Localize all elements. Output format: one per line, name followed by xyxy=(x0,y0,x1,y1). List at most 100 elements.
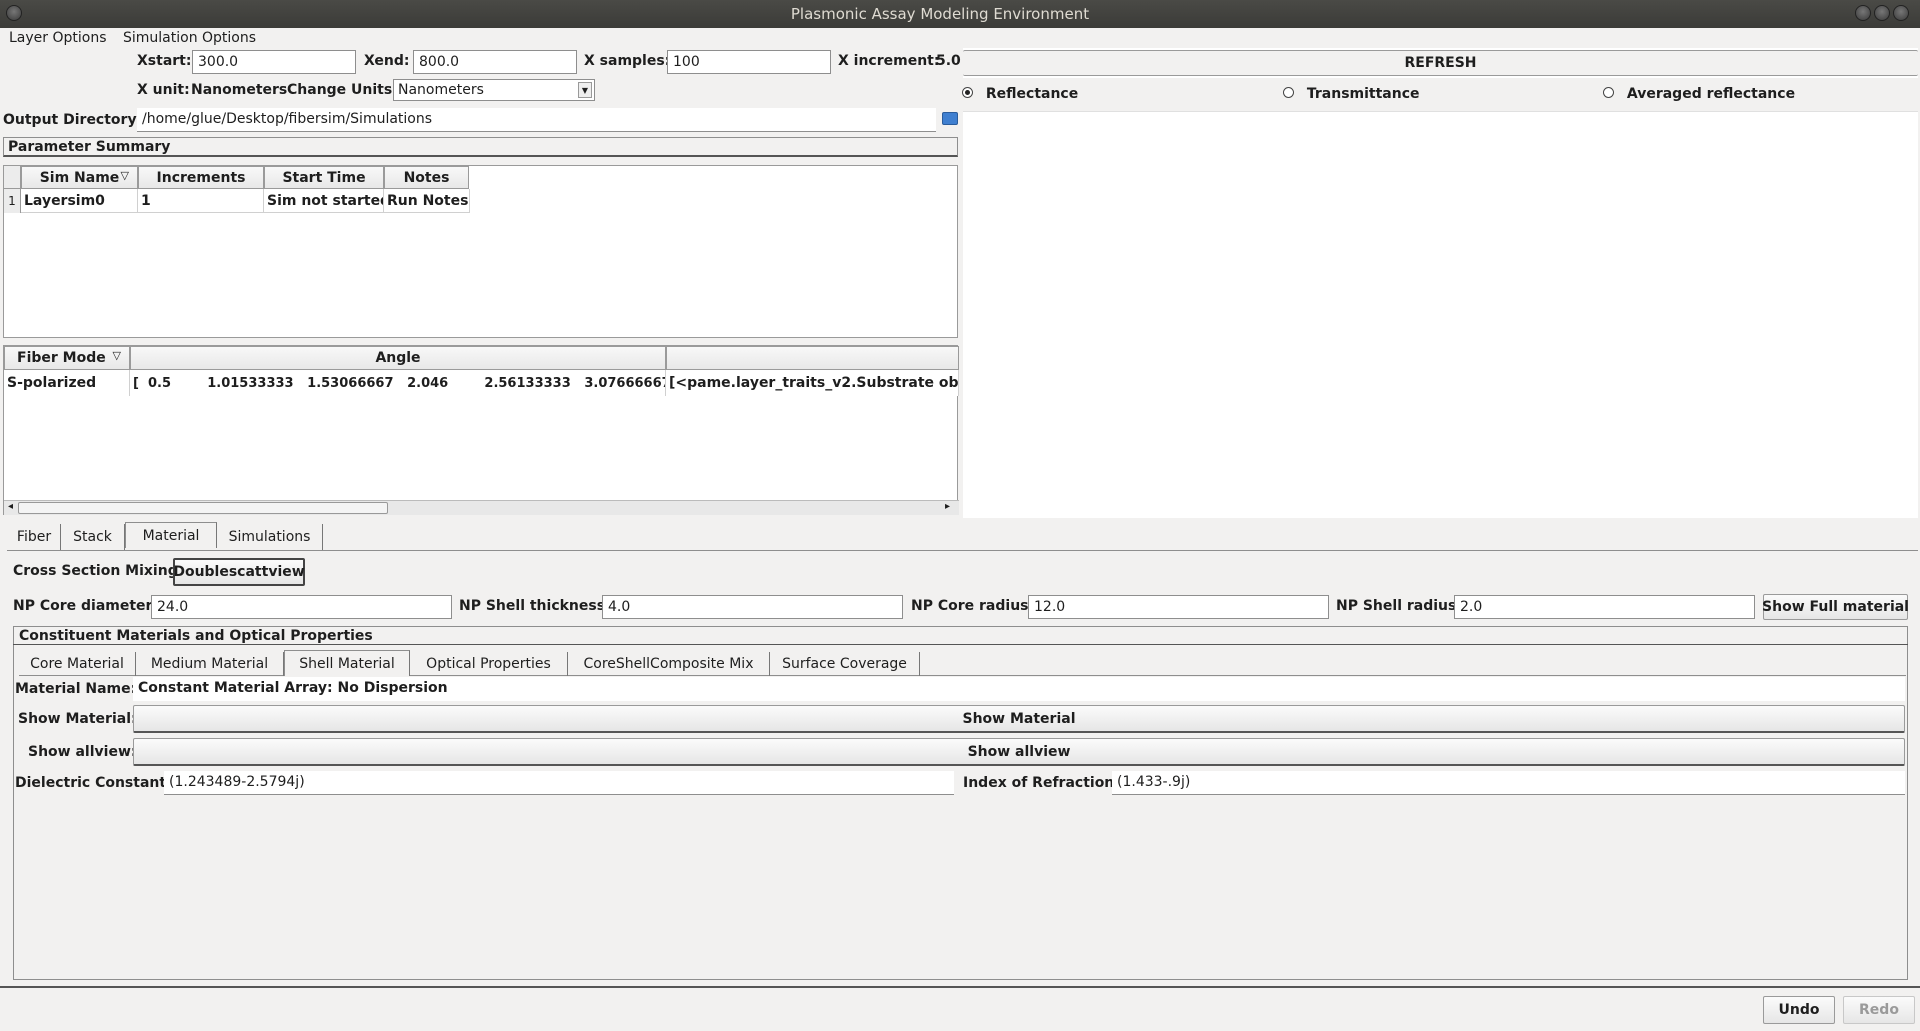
col-sim-name-label: Sim Name xyxy=(39,169,120,186)
show-material-button[interactable]: Show Material xyxy=(133,705,1905,733)
show-material-label: Show Material: xyxy=(18,711,137,727)
cell-start-time[interactable]: Sim not started xyxy=(264,189,384,213)
scrollbar-thumb[interactable] xyxy=(18,502,388,514)
radio-transmittance[interactable]: Transmittance xyxy=(1283,86,1420,102)
radio-reflectance[interactable]: Reflectance xyxy=(962,86,1078,102)
col-fiber-mode-label: Fiber Mode xyxy=(17,350,106,366)
radio-on-icon[interactable] xyxy=(962,87,973,98)
sort-icon: ▽ xyxy=(120,169,129,182)
col-angle[interactable]: Angle xyxy=(130,346,666,370)
parameter-summary-title: Parameter Summary xyxy=(8,139,171,155)
xend-label: Xend: xyxy=(364,53,410,69)
cell-angle[interactable]: [ 0.5 1.01533333 1.53066667 2.046 2.5613… xyxy=(130,370,666,396)
change-units-value: Nanometers xyxy=(398,82,484,98)
tab-core-material[interactable]: Core Material xyxy=(19,652,136,676)
params-table[interactable]: Fiber Mode ▽ Angle S-polarized [ 0.5 1.0… xyxy=(3,345,959,515)
constituent-title: Constituent Materials and Optical Proper… xyxy=(19,628,373,644)
np-core-diameter-label: NP Core diameter: xyxy=(13,598,159,614)
tab-stack[interactable]: Stack xyxy=(61,524,125,550)
tab-material[interactable]: Material xyxy=(125,522,217,548)
change-units-select[interactable]: Nanometers ▼ xyxy=(393,79,595,101)
radio-averaged-reflectance[interactable]: Averaged reflectance xyxy=(1603,86,1795,102)
title-bar: Plasmonic Assay Modeling Environment xyxy=(0,0,1920,28)
window-title: Plasmonic Assay Modeling Environment xyxy=(790,5,1090,23)
tab-simulations[interactable]: Simulations xyxy=(217,524,323,550)
refresh-button[interactable]: REFRESH xyxy=(963,50,1918,76)
np-core-radius-input[interactable]: 12.0 xyxy=(1028,595,1329,619)
material-name-label: Material Name: xyxy=(15,681,137,697)
horizontal-scrollbar[interactable]: ◂ ▸ xyxy=(4,500,959,515)
scroll-right-icon[interactable]: ▸ xyxy=(945,501,950,512)
undo-button[interactable]: Undo xyxy=(1763,996,1835,1024)
col-fiber-mode[interactable]: Fiber Mode ▽ xyxy=(4,346,130,370)
doublescattview-button[interactable]: Doublescattview xyxy=(173,558,305,586)
np-core-radius-label: NP Core radius: xyxy=(911,598,1035,614)
xincrement-value: 5.0 xyxy=(936,53,961,69)
footer-bar xyxy=(0,986,1920,1031)
maximize-icon[interactable] xyxy=(1874,5,1890,21)
plot-panel xyxy=(963,48,1918,518)
np-core-diameter-input[interactable]: 24.0 xyxy=(151,595,452,619)
transmittance-label: Transmittance xyxy=(1306,86,1420,102)
index-of-refraction-label: Index of Refraction: xyxy=(963,775,1120,791)
averaged-reflectance-label: Averaged reflectance xyxy=(1626,86,1796,102)
output-directory-label: Output Directory: xyxy=(3,112,143,128)
np-shell-radius-label: NP Shell radius: xyxy=(1336,598,1462,614)
output-directory-input[interactable]: /home/glue/Desktop/fibersim/Simulations xyxy=(137,108,936,132)
cell-sim-name[interactable]: Layersim0 xyxy=(21,189,138,213)
close-icon[interactable] xyxy=(1893,5,1909,21)
show-full-material-button[interactable]: Show Full material xyxy=(1762,594,1909,620)
summary-table[interactable]: Sim Name ▽ Increments Start Time Notes 1… xyxy=(3,165,958,338)
show-allview-label: Show allview: xyxy=(28,744,137,760)
tab-surface-coverage[interactable]: Surface Coverage xyxy=(770,652,920,676)
table-row[interactable]: S-polarized [ 0.5 1.01533333 1.53066667 … xyxy=(4,370,959,396)
reflectance-label: Reflectance xyxy=(985,86,1079,102)
np-shell-thickness-input[interactable]: 4.0 xyxy=(602,595,903,619)
xsamples-input[interactable]: 100 xyxy=(667,50,831,74)
parameter-summary-header: Parameter Summary xyxy=(3,137,958,157)
cell-substrate[interactable]: [<pame.layer_traits_v2.Substrate object xyxy=(666,370,959,396)
cell-notes[interactable]: Run Notes: xyxy=(384,189,470,213)
menu-layer-options[interactable]: Layer Options xyxy=(9,30,107,46)
np-shell-thickness-label: NP Shell thickness: xyxy=(459,598,611,614)
col-start-time[interactable]: Start Time xyxy=(264,166,384,189)
sort-icon: ▽ xyxy=(112,349,121,362)
material-name-input[interactable]: Constant Material Array: No Dispersion xyxy=(133,677,1905,701)
xunit-label: X unit: xyxy=(137,82,190,98)
xunit-value: Nanometers xyxy=(191,82,288,98)
np-shell-radius-input[interactable]: 2.0 xyxy=(1454,595,1755,619)
folder-icon[interactable] xyxy=(942,112,958,125)
radio-off-icon[interactable] xyxy=(1283,87,1294,98)
chevron-down-icon: ▼ xyxy=(578,82,592,98)
dielectric-constant-input[interactable]: (1.243489-2.5794j) xyxy=(164,771,954,795)
redo-button[interactable]: Redo xyxy=(1843,996,1915,1024)
cell-increments[interactable]: 1 xyxy=(138,189,264,213)
menu-simulation-options[interactable]: Simulation Options xyxy=(123,30,256,46)
tab-shell-material[interactable]: Shell Material xyxy=(284,650,410,676)
minimize-icon[interactable] xyxy=(1855,5,1871,21)
radio-off-icon[interactable] xyxy=(1603,87,1614,98)
tab-optical-properties[interactable]: Optical Properties xyxy=(410,652,568,676)
xend-input[interactable]: 800.0 xyxy=(413,50,577,74)
cell-fiber-mode[interactable]: S-polarized xyxy=(4,370,130,396)
xsamples-label: X samples: xyxy=(584,53,671,69)
constituent-title-rule xyxy=(13,644,1908,645)
table-row[interactable]: 1 Layersim0 1 Sim not started Run Notes: xyxy=(4,189,470,213)
index-of-refraction-input[interactable]: (1.433-.9j) xyxy=(1112,771,1905,795)
show-allview-button[interactable]: Show allview xyxy=(133,738,1905,766)
summary-table-corner xyxy=(4,166,21,189)
xstart-label: Xstart: xyxy=(137,53,192,69)
tab-fiber[interactable]: Fiber xyxy=(8,524,61,550)
scroll-left-icon[interactable]: ◂ xyxy=(8,501,13,512)
col-sim-name[interactable]: Sim Name ▽ xyxy=(21,166,138,189)
tab-medium-material[interactable]: Medium Material xyxy=(136,652,284,676)
col-notes[interactable]: Notes xyxy=(384,166,469,189)
col-substrate[interactable] xyxy=(666,346,959,370)
col-increments[interactable]: Increments xyxy=(138,166,264,189)
tab-coreshellcomposite-mix[interactable]: CoreShellComposite Mix xyxy=(568,652,770,676)
xincrement-label: X increment: xyxy=(838,53,940,69)
dielectric-constant-label: Dielectric Constant: xyxy=(15,775,172,791)
row-index: 1 xyxy=(4,189,21,213)
xstart-input[interactable]: 300.0 xyxy=(192,50,356,74)
change-units-label: Change Units: xyxy=(287,82,398,98)
